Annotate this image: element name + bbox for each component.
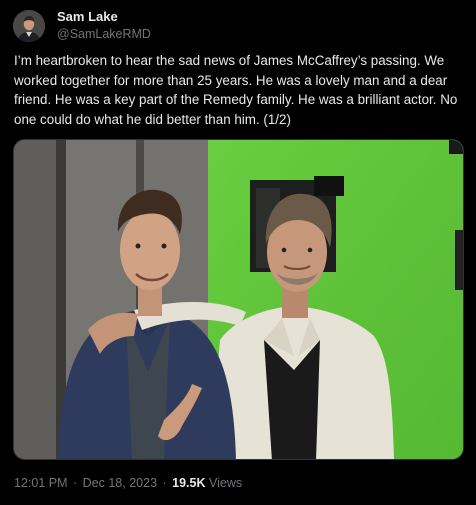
tweet-card: Sam Lake @SamLakeRMD I’m heartbroken to … xyxy=(0,0,476,505)
tweet-photo[interactable] xyxy=(13,139,464,460)
photo-two-men-posing-icon xyxy=(14,140,463,459)
author-display-name[interactable]: Sam Lake xyxy=(57,9,151,25)
views-count[interactable]: 19.5K xyxy=(172,476,205,490)
tweet-meta: 12:01 PM · Dec 18, 2023 · 19.5K Views xyxy=(14,476,242,490)
views-label: Views xyxy=(209,476,243,490)
author-handle[interactable]: @SamLakeRMD xyxy=(57,26,151,42)
meta-separator-2: · xyxy=(162,476,167,490)
tweet-time[interactable]: 12:01 PM xyxy=(14,476,68,490)
tweet-header: Sam Lake @SamLakeRMD xyxy=(13,9,151,42)
tweet-date[interactable]: Dec 18, 2023 xyxy=(83,476,157,490)
profile-photo-icon xyxy=(13,9,45,42)
avatar[interactable] xyxy=(13,9,45,42)
author-names: Sam Lake @SamLakeRMD xyxy=(57,9,151,42)
tweet-text: I’m heartbroken to hear the sad news of … xyxy=(14,53,458,127)
meta-separator: · xyxy=(73,476,78,490)
